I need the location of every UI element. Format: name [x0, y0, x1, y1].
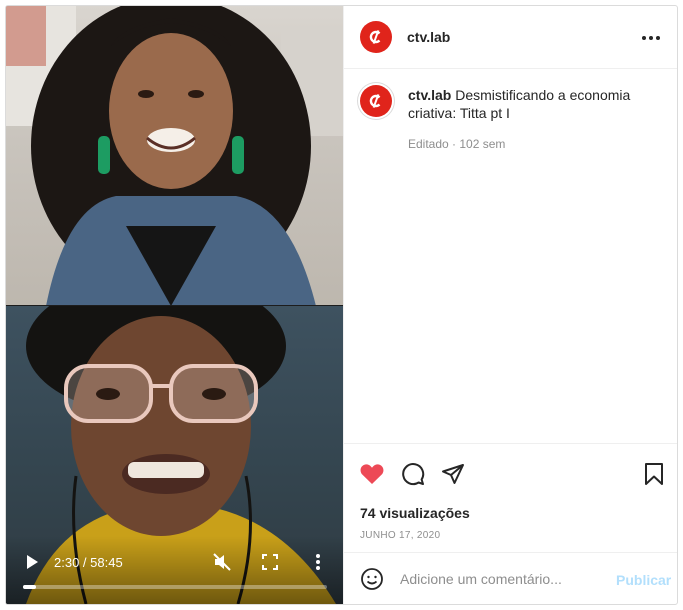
- post-date: JUNHO 17, 2020: [360, 530, 441, 541]
- play-icon[interactable]: [24, 554, 40, 570]
- muted-speaker-icon[interactable]: [213, 553, 231, 571]
- avatar[interactable]: [360, 21, 392, 53]
- share-icon[interactable]: [441, 462, 465, 486]
- heart-icon[interactable]: [359, 462, 385, 486]
- video-progress-bar[interactable]: [23, 585, 327, 589]
- header-username[interactable]: ctv.lab: [407, 29, 450, 45]
- brand-logo-icon: [369, 30, 381, 44]
- post-header: ctv.lab: [344, 6, 677, 69]
- post-sidebar: ctv.lab ctv.lab Desmistificando a econom…: [343, 6, 677, 604]
- post-actions: 74 visualizações JUNHO 17, 2020: [344, 443, 677, 553]
- post-embed: 2:30 / 58:45 ctv.lab ctv.lab Desmistific…: [5, 5, 678, 605]
- video-controls: 2:30 / 58:45: [6, 536, 343, 604]
- publish-button[interactable]: Publicar: [616, 572, 671, 588]
- fullscreen-icon[interactable]: [262, 554, 278, 570]
- post-caption: ctv.lab Desmistificando a economia criat…: [408, 86, 653, 122]
- vertical-dots-icon[interactable]: [311, 553, 325, 571]
- caption-avatar[interactable]: [360, 85, 392, 117]
- video-player[interactable]: 2:30 / 58:45: [6, 6, 343, 604]
- view-count: 74 visualizações: [360, 505, 470, 521]
- video-participant-top: [6, 6, 343, 306]
- video-time-display: 2:30 / 58:45: [54, 555, 123, 570]
- comment-input[interactable]: [400, 566, 600, 592]
- comment-icon[interactable]: [401, 462, 425, 486]
- comment-bar: Publicar: [344, 552, 677, 604]
- bookmark-icon[interactable]: [644, 462, 664, 486]
- post-meta: Editado · 102 sem: [408, 137, 506, 151]
- brand-logo-icon: [369, 94, 381, 108]
- more-options-icon[interactable]: [639, 28, 663, 48]
- video-progress-fill: [23, 585, 36, 589]
- emoji-icon[interactable]: [360, 567, 384, 591]
- controls-shade: [6, 536, 343, 604]
- caption-username[interactable]: ctv.lab: [408, 87, 451, 103]
